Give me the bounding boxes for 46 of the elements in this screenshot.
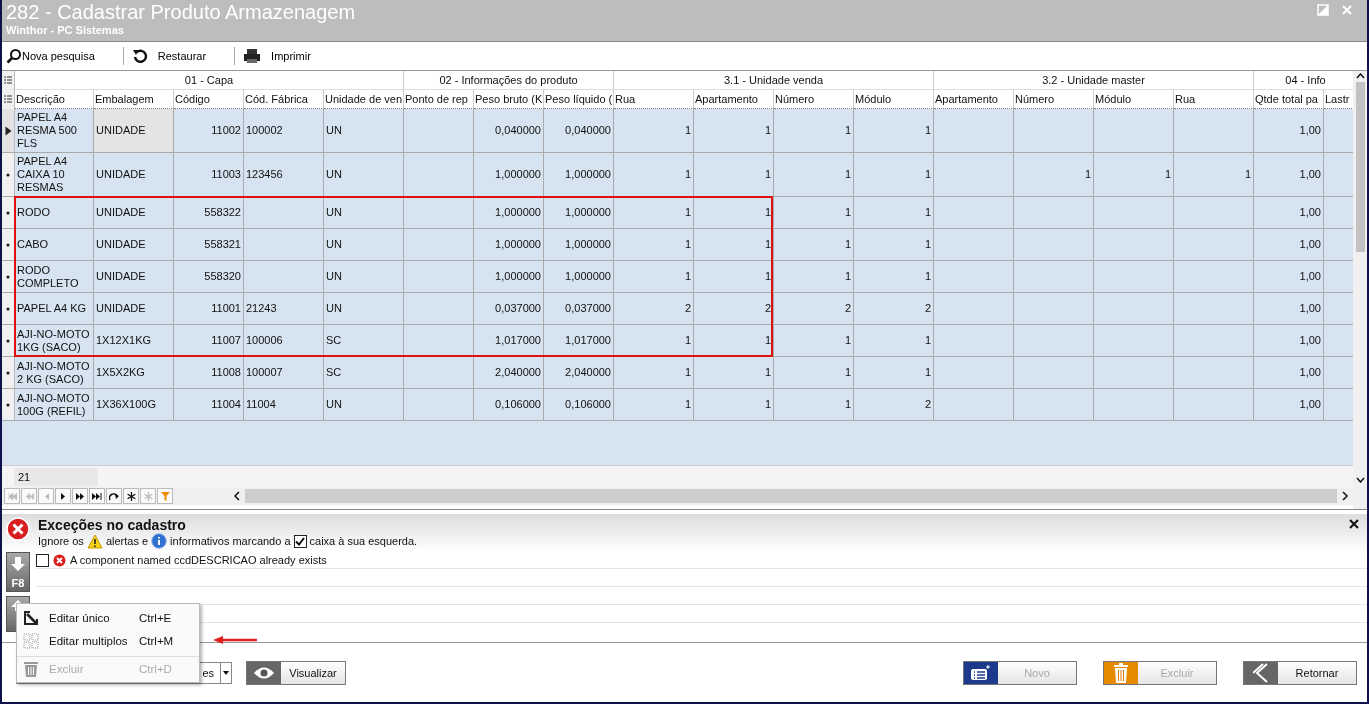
table-cell: 100002 (244, 109, 324, 152)
table-cell: UN (324, 389, 404, 420)
table-cell: 100006 (244, 325, 324, 356)
window-title: 282 - Cadastrar Produto Armazenagem (6, 0, 356, 24)
panel-title: Exceções no cadastro (38, 517, 187, 533)
table-cell: UNIDADE (94, 293, 174, 324)
column-group-header: 02 - Informações do produto (404, 71, 614, 90)
table-cell: UNIDADE (94, 261, 174, 292)
hint-text: informativos marcando a (170, 535, 291, 547)
table-cell: AJI-NO-MOTO 100G (REFIL) (15, 389, 94, 420)
table-cell: UNIDADE (94, 109, 174, 152)
table-cell: RODO (15, 197, 94, 228)
table-cell: 123456 (244, 153, 324, 196)
table-cell: UN (324, 261, 404, 292)
table-cell: UNIDADE (94, 153, 174, 196)
table-cell: PAPEL A4 RESMA 500 FLS (15, 109, 94, 152)
exception-message: A component named ccdDESCRICAO already exists (70, 554, 327, 566)
table-cell: UNIDADE (94, 229, 174, 260)
table-cell: PAPEL A4 KG (15, 293, 94, 324)
table-cell: UN (324, 229, 404, 260)
table-cell: SC (324, 325, 404, 356)
table-cell: 11004 (244, 389, 324, 420)
hint-text: alertas e (105, 535, 149, 547)
record-count: 21 (14, 467, 98, 486)
table-cell: UN (324, 293, 404, 324)
table-cell: 21243 (244, 293, 324, 324)
table-cell: PAPEL A4 CAIXA 10 RESMAS (15, 153, 94, 196)
table-cell: UN (324, 197, 404, 228)
table-cell: 1X36X100G (94, 389, 174, 420)
column-group-header: 3.1 - Unidade venda (614, 71, 934, 90)
column-group-header: 3.2 - Unidade master (934, 71, 1254, 90)
table-cell: UNIDADE (94, 197, 174, 228)
table-cell: SC (324, 357, 404, 388)
table-cell: RODO COMPLETO (15, 261, 94, 292)
table-cell: 1X5X2KG (94, 357, 174, 388)
table-cell: UN (324, 153, 404, 196)
table-cell: 1X12X1KG (94, 325, 174, 356)
hint-text: caixa à sua esquerda. (309, 535, 418, 547)
table-cell: CABO (15, 229, 94, 260)
table-cell: 100007 (244, 357, 324, 388)
table-cell: AJI-NO-MOTO 2 KG (SACO) (15, 357, 94, 388)
column-group-header: 01 - Capa (15, 71, 404, 90)
table-cell: AJI-NO-MOTO 1KG (SACO) (15, 325, 94, 356)
window-subtitle: Winthor - PC Sistemas (6, 24, 125, 36)
table-cell: UN (324, 109, 404, 152)
hint-text: Ignore os (38, 535, 84, 547)
